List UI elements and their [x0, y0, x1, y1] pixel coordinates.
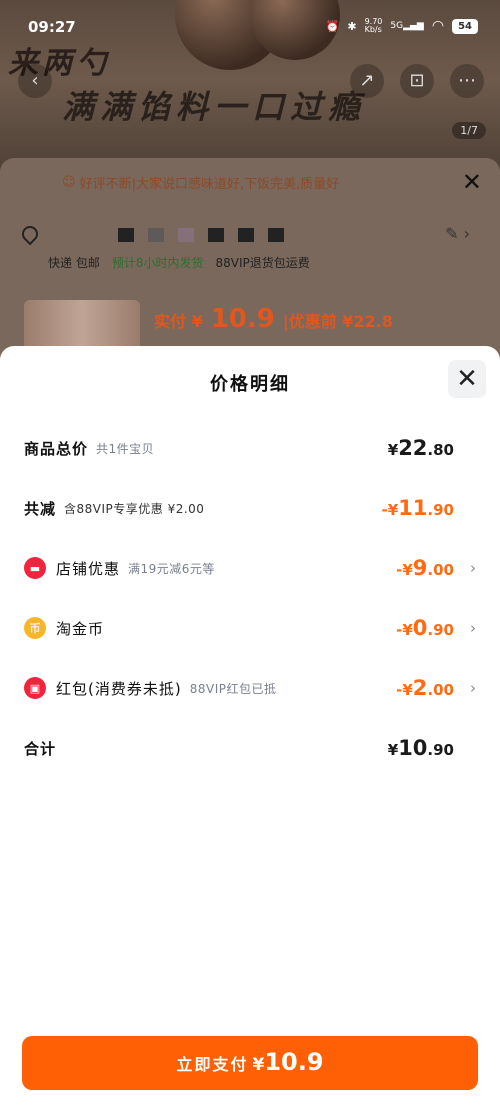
amount-int: 2	[412, 676, 428, 700]
return-shipping: 88VIP退货包运费	[215, 256, 310, 270]
row-label: 淘金币	[56, 619, 105, 638]
actual-price-value: 10.9	[210, 304, 275, 334]
delivery-eta: 预计8小时内发货	[111, 256, 204, 270]
notice-text: 好评不断|大家说口感味道好,下饭完美,质量好	[79, 176, 340, 192]
hero-slogan: 满满馅料一口过瘾	[62, 88, 367, 126]
grand-total-row: 合计 ¥10.90	[24, 733, 476, 763]
amount-dec: .80	[427, 441, 454, 459]
row-sub: 满19元减6元等	[128, 561, 215, 576]
amount-currency: -¥	[396, 681, 413, 699]
sheet-title: 价格明细	[210, 374, 290, 395]
pay-now-button[interactable]: 立即支付 ¥ 10.9	[22, 1036, 478, 1090]
image-page-indicator: 1/7	[452, 122, 486, 139]
row-amount: -¥ 9.00	[396, 556, 454, 580]
delivery-info: 快递 包邮 预计8小时内发货 88VIP退货包运费	[48, 254, 310, 271]
back-icon[interactable]: ‹	[18, 64, 52, 98]
net-speed-unit: Kb/s	[364, 25, 382, 34]
pay-button-label: 立即支付	[176, 1055, 249, 1074]
amount-int: 0	[412, 616, 428, 640]
red-packet-icon: ▣	[24, 677, 46, 699]
row-sub: 88VIP红包已抵	[189, 681, 277, 696]
amount-currency: -¥	[396, 621, 413, 639]
edit-address-icon[interactable]: ✎ ›	[445, 224, 470, 243]
smile-icon: ☺	[62, 174, 76, 190]
row-label: 合计	[24, 739, 57, 758]
shop-discount-row[interactable]: ▬ 店铺优惠 满19元减6元等 -¥ 9.00 ›	[24, 553, 476, 583]
amount-int: 22	[398, 436, 428, 460]
close-icon: ✕	[456, 364, 478, 394]
actual-price: 实付 ¥ 10.9 |优惠前 ¥22.8	[154, 304, 393, 334]
pay-button-amount: 10.9	[264, 1048, 324, 1076]
amount-int: 11	[398, 496, 428, 520]
share-icon[interactable]: ↗	[350, 64, 384, 98]
amount-currency: -¥	[396, 561, 413, 579]
row-amount: -¥ 2.00	[396, 676, 454, 700]
address-section[interactable]: ✎ › 快递 包邮 预计8小时内发货 88VIP退货包运费	[12, 218, 488, 286]
signal-icon: 5G▂▄▆	[390, 21, 424, 31]
row-sub: 共1件宝贝	[96, 441, 155, 456]
bluetooth-icon: ✱	[347, 19, 357, 33]
amount-int: 9	[412, 556, 428, 580]
total-price-row: 商品总价 共1件宝贝 ¥22.80	[24, 433, 476, 463]
amount-currency: ¥	[387, 741, 399, 759]
row-label: 共减	[24, 499, 57, 518]
status-time: 09:27	[28, 18, 76, 36]
more-icon[interactable]: ⋯	[450, 64, 484, 98]
status-bar: 09:27 ⏰ ✱ 9.70 Kb/s 5G▂▄▆ ◠ 54	[0, 0, 500, 58]
amount-int: 10	[398, 736, 428, 760]
notice-close-icon[interactable]: ✕	[462, 168, 482, 196]
net-speed: 9.70 Kb/s	[365, 18, 383, 34]
status-icons: ⏰ ✱ 9.70 Kb/s 5G▂▄▆ ◠ 54	[326, 18, 478, 34]
shop-icon: ▬	[24, 557, 46, 579]
coin-discount-row[interactable]: 币 淘金币 -¥ 0.90 ›	[24, 613, 476, 643]
amount-dec: .00	[427, 561, 454, 579]
amount-currency: -¥	[381, 501, 399, 519]
chevron-right-icon: ›	[470, 619, 476, 637]
original-price: |优惠前 ¥22.8	[282, 312, 393, 331]
amount-dec: .00	[427, 681, 454, 699]
amount-currency: ¥	[387, 441, 399, 459]
coin-icon: 币	[24, 617, 46, 639]
row-label: 红包(消费券未抵)	[56, 679, 182, 698]
battery-icon: 54	[452, 18, 478, 34]
row-label: 商品总价	[24, 439, 89, 458]
row-amount: ¥10.90	[388, 736, 454, 760]
row-amount: ¥22.80	[388, 436, 454, 460]
amount-dec: .90	[427, 621, 454, 639]
price-detail-sheet: 价格明细 ✕ 商品总价 共1件宝贝 ¥22.80 共减 含88VIP专享优惠 ¥…	[0, 346, 500, 1111]
delivery-method: 快递 包邮	[48, 256, 100, 270]
amount-dec: .90	[427, 741, 454, 759]
review-notice: ☺ 好评不断|大家说口感味道好,下饭完美,质量好	[0, 158, 500, 206]
row-sub: 含88VIP专享优惠 ¥2.00	[64, 501, 205, 516]
location-pin-icon	[18, 222, 42, 246]
row-amount: -¥ 0.90	[396, 616, 454, 640]
chevron-right-icon: ›	[470, 559, 476, 577]
net-type: 5G	[390, 21, 404, 31]
actual-price-label: 实付 ¥	[154, 312, 203, 331]
total-discount-row: 共减 含88VIP专享优惠 ¥2.00 -¥ 11.90	[24, 493, 476, 523]
wifi-icon: ◠	[431, 18, 445, 34]
cart-icon[interactable]: ⊡	[400, 64, 434, 98]
chevron-right-icon: ›	[470, 679, 476, 697]
pay-button-currency: ¥	[252, 1055, 265, 1075]
row-label: 店铺优惠	[56, 559, 121, 578]
row-amount: -¥ 11.90	[382, 496, 454, 520]
close-button[interactable]: ✕	[448, 360, 486, 398]
address-redacted	[118, 228, 284, 242]
red-packet-row[interactable]: ▣ 红包(消费券未抵) 88VIP红包已抵 -¥ 2.00 ›	[24, 673, 476, 703]
alarm-icon: ⏰	[325, 19, 340, 33]
amount-dec: .90	[427, 501, 454, 519]
